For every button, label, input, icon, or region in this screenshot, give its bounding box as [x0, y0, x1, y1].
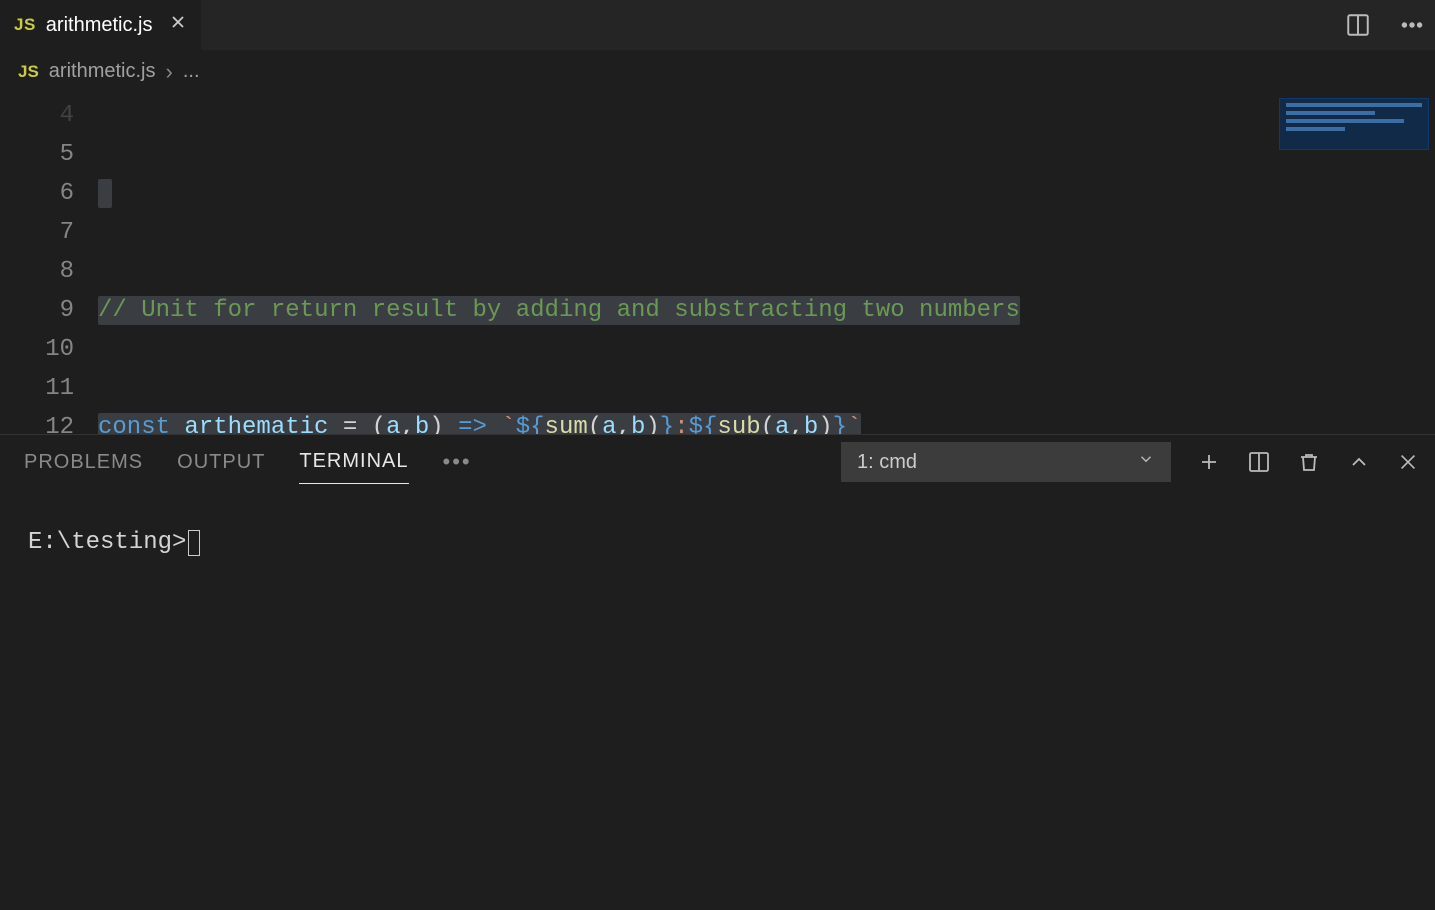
code-line — [98, 174, 1020, 213]
split-editor-icon[interactable] — [1345, 12, 1371, 38]
tab-bar: JS arithmetic.js — [0, 0, 1435, 50]
code-editor[interactable]: 4 5 6 7 8 9 10 11 12 //·Unit·for·return·… — [0, 94, 1435, 434]
js-file-icon: JS — [14, 15, 36, 35]
split-terminal-icon[interactable] — [1247, 450, 1271, 474]
code-line: //·Unit·for·return·result·by·adding·and·… — [98, 291, 1020, 330]
tab-terminal[interactable]: TERMINAL — [299, 440, 408, 484]
close-panel-icon[interactable] — [1397, 451, 1419, 473]
line-number: 7 — [0, 213, 74, 252]
tab-title: arithmetic.js — [46, 14, 153, 37]
more-actions-icon[interactable] — [1399, 12, 1425, 38]
line-number-gutter: 4 5 6 7 8 9 10 11 12 — [0, 94, 98, 434]
code-content[interactable]: //·Unit·for·return·result·by·adding·and·… — [98, 94, 1020, 434]
line-number: 5 — [0, 135, 74, 174]
chevron-right-icon: › — [166, 59, 173, 85]
chevron-down-icon — [1137, 450, 1155, 474]
js-file-icon: JS — [18, 62, 39, 82]
minimap[interactable] — [1279, 98, 1429, 150]
breadcrumb-file: arithmetic.js — [49, 60, 156, 83]
line-number: 8 — [0, 252, 74, 291]
line-number: 9 — [0, 291, 74, 330]
editor-tab-arithmetic[interactable]: JS arithmetic.js — [0, 0, 202, 50]
terminal-cursor — [188, 530, 200, 556]
breadcrumb-symbol: ... — [183, 60, 200, 83]
maximize-panel-icon[interactable] — [1347, 450, 1371, 474]
line-number: 10 — [0, 330, 74, 369]
close-tab-icon[interactable] — [163, 13, 187, 37]
terminal[interactable]: E:\testing> — [0, 489, 1435, 910]
code-line: const·arthematic·=·(a,b)·=>·`${sum(a,b)}… — [98, 408, 1020, 434]
tab-output[interactable]: OUTPUT — [177, 441, 265, 484]
line-number: 6 — [0, 174, 74, 213]
line-number: 11 — [0, 369, 74, 408]
breadcrumb[interactable]: JS arithmetic.js › ... — [0, 50, 1435, 94]
panel-tab-bar: PROBLEMS OUTPUT TERMINAL ••• 1: cmd — [0, 435, 1435, 489]
kill-terminal-icon[interactable] — [1297, 450, 1321, 474]
terminal-selector[interactable]: 1: cmd — [841, 442, 1171, 482]
terminal-selector-label: 1: cmd — [857, 451, 917, 474]
terminal-actions: 1: cmd — [841, 435, 1419, 489]
panel-more-icon[interactable]: ••• — [443, 449, 472, 475]
tab-problems[interactable]: PROBLEMS — [24, 441, 143, 484]
new-terminal-icon[interactable] — [1197, 450, 1221, 474]
bottom-panel: PROBLEMS OUTPUT TERMINAL ••• 1: cmd — [0, 434, 1435, 910]
line-number: 4 — [0, 96, 74, 135]
editor-actions — [1345, 0, 1425, 50]
terminal-prompt: E:\testing> — [28, 529, 186, 556]
line-number: 12 — [0, 408, 74, 434]
